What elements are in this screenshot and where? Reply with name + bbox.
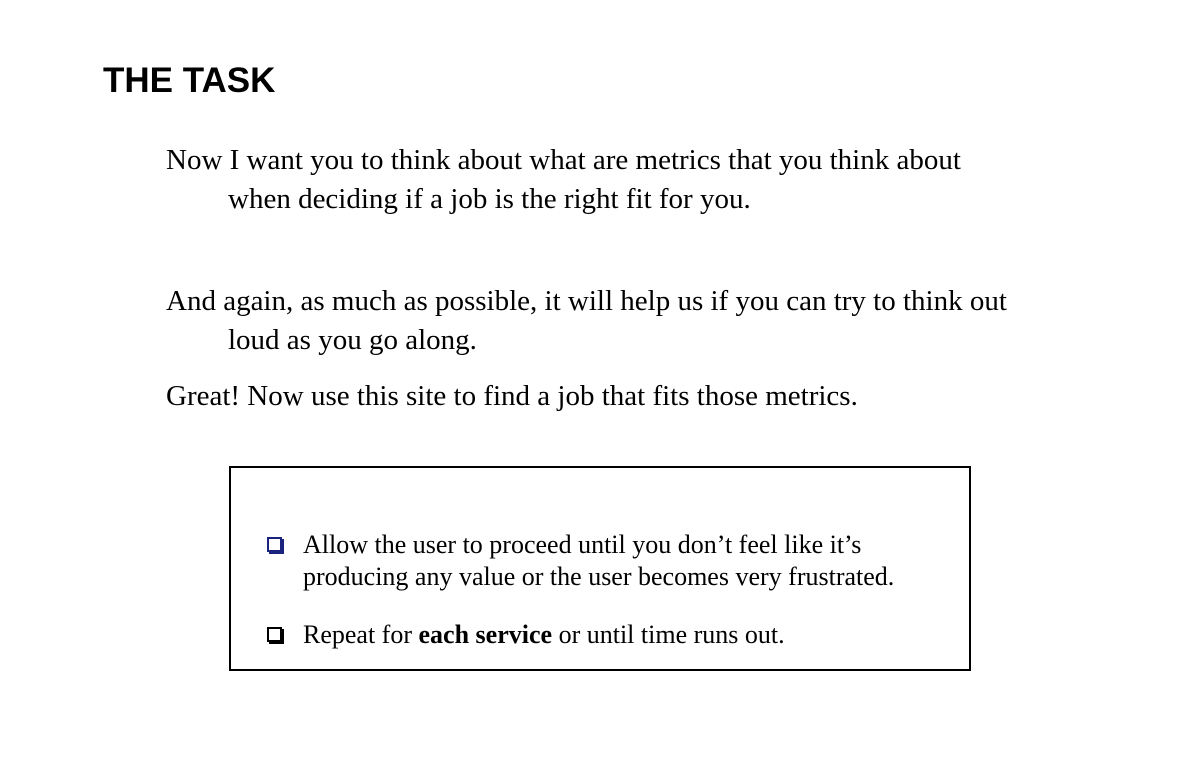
task-paragraph-metrics: Now I want you to think about what are m… — [166, 144, 961, 215]
task-paragraph-think-aloud: And again, as much as possible, it will … — [166, 285, 1007, 356]
checklist-item-text-start: Repeat for — [303, 620, 419, 649]
checklist-item-text: Repeat for each service or until time ru… — [303, 619, 953, 651]
checkbox-icon[interactable] — [267, 627, 282, 642]
task-paragraph-find-job: Great! Now use this site to find a job t… — [166, 380, 858, 412]
facilitator-checklist: Allow the user to proceed until you don’… — [229, 466, 971, 671]
checklist-item-text-end: or until time runs out. — [552, 620, 785, 649]
page-heading: THE TASK — [103, 61, 276, 100]
checklist-item-text-emphasis: each service — [418, 620, 553, 649]
checkbox-icon[interactable] — [267, 537, 282, 552]
checklist-item-text: Allow the user to proceed until you don’… — [303, 530, 895, 591]
